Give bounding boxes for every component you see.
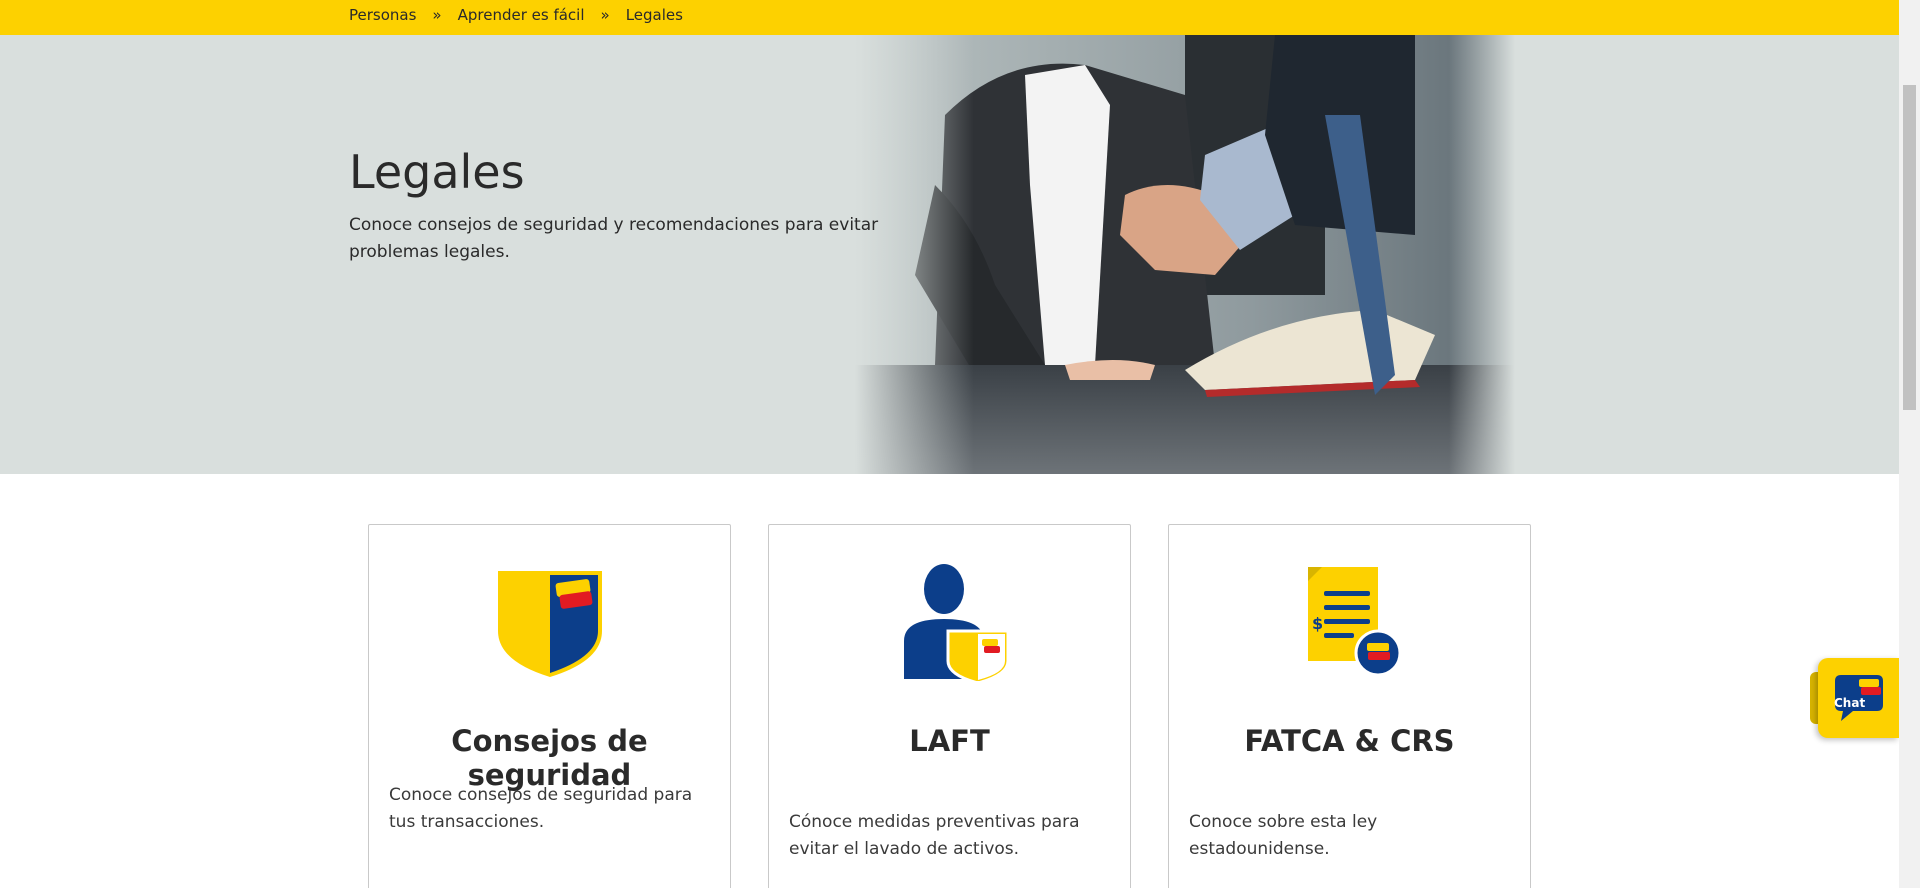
card-consejos-seguridad[interactable]: Consejos de seguridad Conoce consejos de… (368, 524, 731, 888)
card-title: FATCA & CRS (1244, 724, 1455, 758)
chat-label: Chat (1834, 696, 1866, 710)
page-title: Legales (349, 145, 525, 199)
page-scrollbar[interactable] (1899, 0, 1920, 888)
person-shield-icon (903, 564, 1009, 681)
card-laft[interactable]: LAFT Cónoce medidas preventivas para evi… (768, 524, 1131, 888)
breadcrumb-item-personas[interactable]: Personas (349, 6, 416, 24)
card-title: LAFT (909, 724, 990, 758)
breadcrumb-separator: » (600, 6, 610, 24)
card-description: Conoce consejos de seguridad para tus tr… (389, 785, 693, 832)
chat-button[interactable]: Chat (1818, 658, 1899, 738)
breadcrumb-bar: Personas » Aprender es fácil » Legales (0, 0, 1899, 35)
shield-icon (497, 571, 602, 677)
hero-handshake-image (855, 35, 1515, 474)
card-description: Cónoce medidas preventivas para evitar e… (789, 812, 1080, 859)
document-dollar-icon: $ (1307, 567, 1401, 677)
card-description: Conoce sobre esta ley estadounidense. (1189, 812, 1378, 859)
card-fatca-crs[interactable]: $ FATCA & CRS Conoce sobre esta ley esta… (1168, 524, 1531, 888)
page-description: Conoce consejos de seguridad y recomenda… (349, 215, 879, 262)
scrollbar-thumb[interactable] (1903, 85, 1916, 410)
breadcrumb-item-aprender[interactable]: Aprender es fácil (458, 6, 585, 24)
breadcrumb-item-current: Legales (625, 6, 683, 24)
svg-text:$: $ (1312, 614, 1323, 633)
breadcrumb: Personas » Aprender es fácil » Legales (349, 6, 683, 24)
hero-banner: Legales Conoce consejos de seguridad y r… (0, 35, 1899, 474)
breadcrumb-separator: » (432, 6, 442, 24)
